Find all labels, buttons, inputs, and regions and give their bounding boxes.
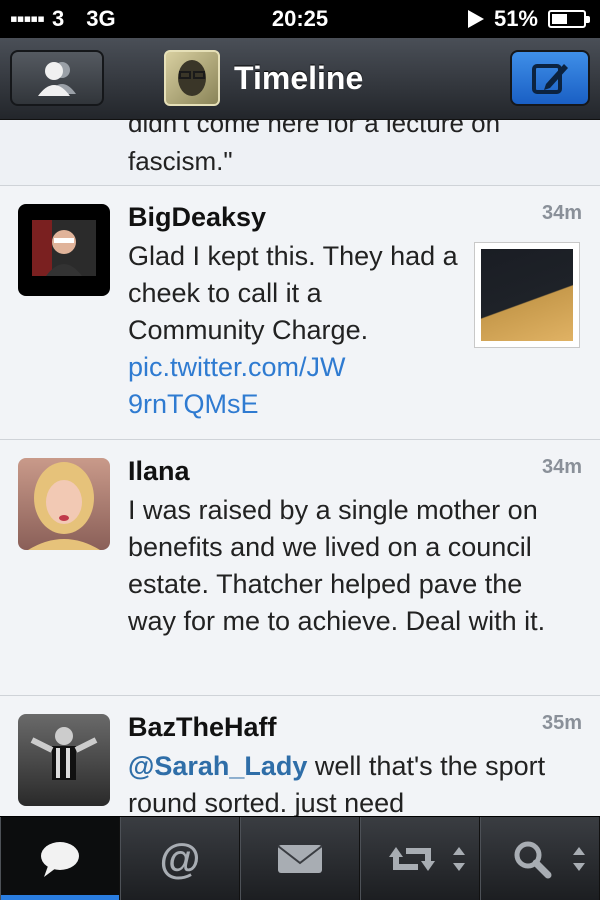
at-icon: @	[159, 834, 201, 882]
tweet-text: I was raised by a single mother on benef…	[128, 495, 546, 636]
avatar[interactable]	[18, 204, 110, 296]
timeline-list[interactable]: didn't come here for a lecture on fascis…	[0, 120, 600, 816]
tweet-username[interactable]: BigDeaksy	[128, 202, 266, 233]
account-avatar[interactable]	[164, 50, 220, 106]
speech-bubble-icon	[41, 841, 79, 877]
tweet-item[interactable]: Ilana 34m I was raised by a single mothe…	[0, 440, 600, 696]
avatar[interactable]	[18, 458, 110, 550]
avatar[interactable]	[18, 714, 110, 806]
tab-mentions[interactable]: @	[120, 817, 240, 900]
tab-bar: @	[0, 816, 600, 900]
play-icon	[467, 10, 484, 28]
tweet-text: @Sarah_Lady well that's the sport round …	[128, 748, 568, 816]
status-bar: ▪▪▪▪▪ 3 3G 20:25 51%	[0, 0, 600, 38]
tweet-timestamp: 35m	[541, 712, 582, 734]
search-icon	[514, 841, 552, 878]
compose-button[interactable]	[510, 50, 590, 106]
accounts-button[interactable]	[10, 50, 104, 106]
tab-timeline[interactable]	[0, 817, 120, 900]
sort-arrows-icon[interactable]	[453, 847, 465, 871]
tweet-image-thumbnail[interactable]	[474, 242, 580, 348]
tweet-username[interactable]: Ilana	[128, 456, 190, 487]
tweet-body: Glad I kept this. They had a cheek to ca…	[128, 241, 458, 345]
page-title: Timeline	[234, 59, 364, 96]
tab-messages[interactable]	[240, 817, 360, 900]
tweet-text: didn't come here for a lecture on fascis…	[128, 120, 501, 176]
tab-search[interactable]	[480, 817, 600, 900]
retweet-icon	[389, 846, 435, 871]
people-icon	[38, 62, 76, 96]
tweet-item[interactable]: BazTheHaff 35m @Sarah_Lady well that's t…	[0, 696, 600, 816]
tweet-timestamp: 34m	[541, 202, 582, 224]
tweet-item[interactable]: BigDeaksy 34m Glad I kept this. They had…	[0, 186, 600, 440]
compose-icon	[532, 64, 568, 94]
envelope-icon	[277, 844, 323, 873]
tweet-username[interactable]: BazTheHaff	[128, 712, 277, 743]
tweet-timestamp: 34m	[541, 456, 582, 478]
nav-bar: Timeline	[0, 38, 600, 120]
tweet-text: Glad I kept this. They had a cheek to ca…	[128, 238, 458, 423]
tweet-item[interactable]: didn't come here for a lecture on fascis…	[0, 120, 600, 186]
battery-percent: 51%	[493, 6, 538, 31]
tweet-link[interactable]: pic.twitter.com/JW9rnTQMsE	[128, 349, 348, 423]
tweet-mention[interactable]: @Sarah_Lady	[128, 751, 307, 781]
battery-icon	[548, 10, 590, 28]
sort-arrows-icon[interactable]	[573, 847, 585, 871]
tab-retweets[interactable]	[360, 817, 480, 900]
